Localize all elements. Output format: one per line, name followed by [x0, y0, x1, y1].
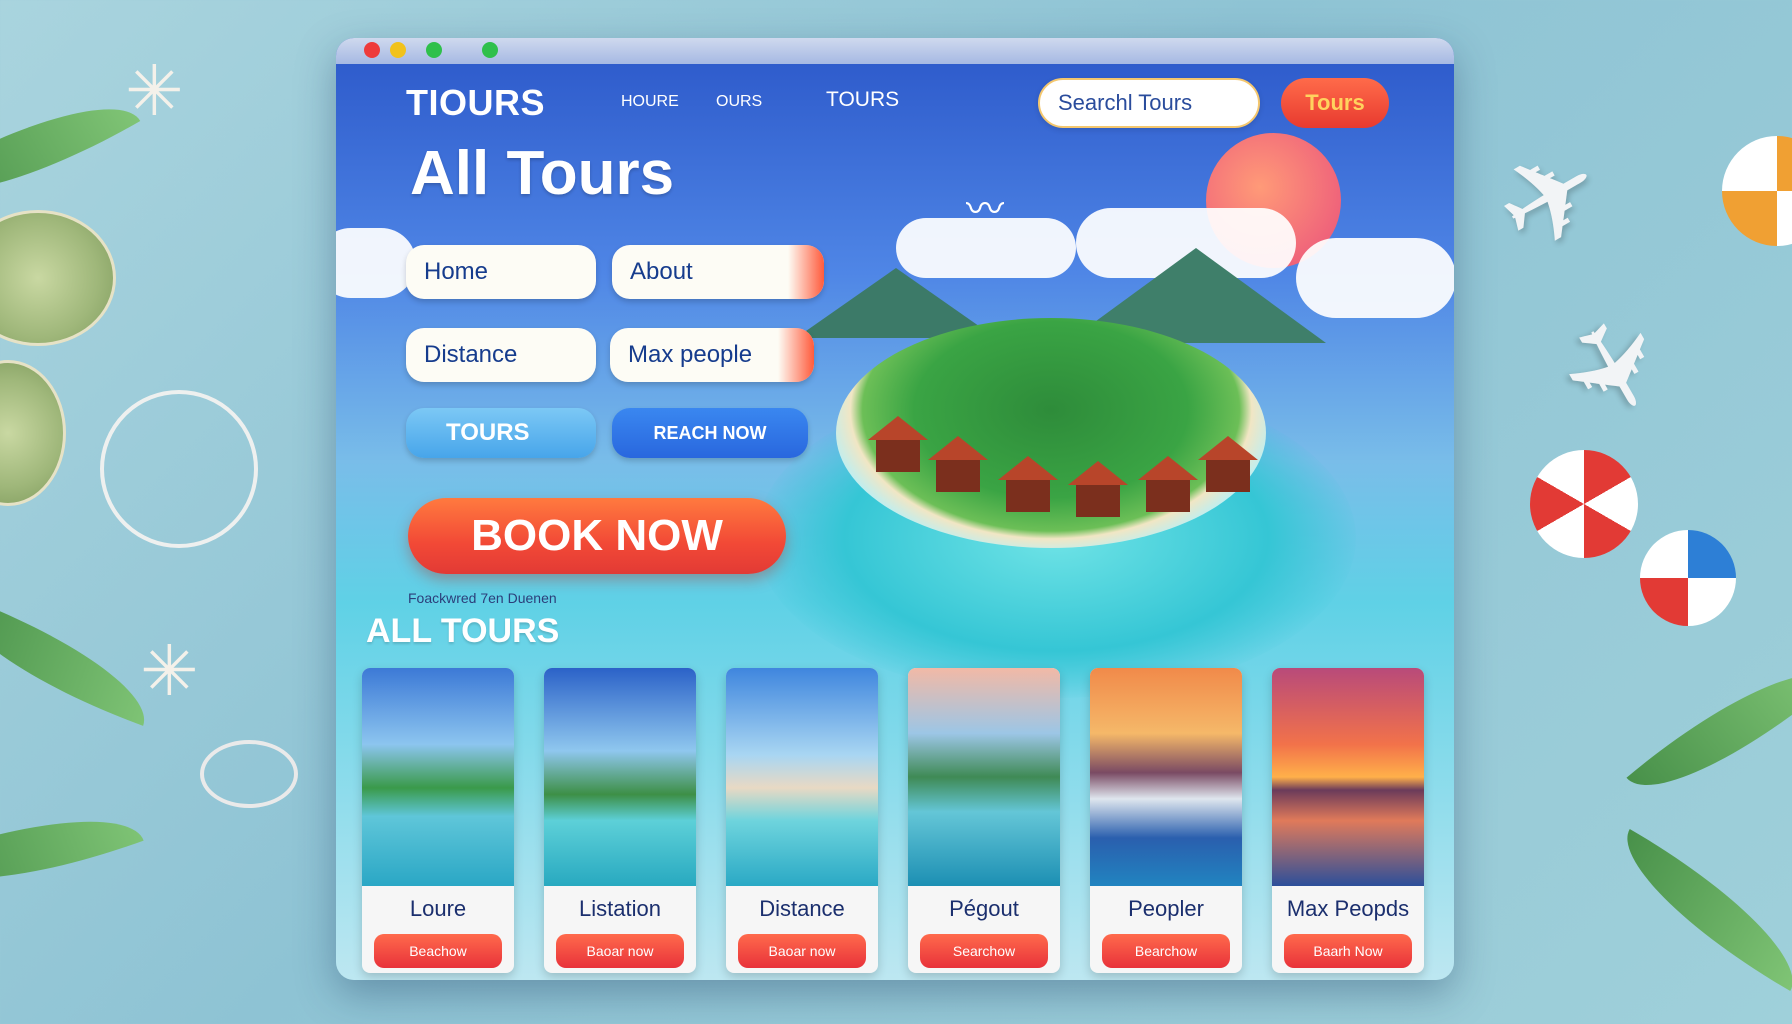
palm-leaf-decoration [0, 69, 141, 231]
palm-leaf-decoration [0, 784, 144, 916]
palm-leaf-decoration [1626, 636, 1792, 824]
window-dot-icon [482, 42, 498, 58]
starfish-icon: ✳ [140, 632, 199, 710]
hut-illustration [998, 456, 1058, 512]
distance-button-label: Distance [424, 341, 518, 368]
close-window-button[interactable] [364, 42, 380, 58]
palm-leaf-decoration [1599, 829, 1792, 991]
arrow-icon [778, 328, 814, 382]
tour-card[interactable]: Max Peopds Baarh Now [1272, 668, 1424, 973]
hut-illustration [1068, 461, 1128, 517]
hut-illustration [868, 416, 928, 472]
hut-illustration [1138, 456, 1198, 512]
book-now-button[interactable]: BOOK NOW [408, 498, 786, 574]
tour-card[interactable]: Loure Beachow [362, 668, 514, 973]
airplane-icon: ✈ [1472, 115, 1628, 283]
tours-filter-label: TOURS [446, 419, 530, 446]
nav-link-tours[interactable]: TOURS [826, 88, 899, 112]
tour-card-button[interactable]: Baarh Now [1284, 934, 1412, 968]
starfish-icon: ✳ [125, 52, 184, 130]
nav-link-home[interactable]: HOURE [621, 93, 679, 111]
woven-fan-decoration [0, 210, 116, 346]
tour-card-image [1090, 668, 1242, 886]
tour-card-title: Loure [409, 896, 467, 921]
site-logo[interactable]: TIOURS [406, 82, 545, 124]
tour-card[interactable]: Listation Baoar now [544, 668, 696, 973]
tour-card-button[interactable]: Bearchow [1102, 934, 1230, 968]
beach-umbrella-decoration [1722, 136, 1792, 246]
airplane-icon: ✈ [1527, 292, 1694, 447]
about-button-label: About [630, 258, 693, 285]
search-input[interactable]: Searchl Tours [1038, 78, 1260, 128]
hut-illustration [928, 436, 988, 492]
browser-window: 〰 TIOURS HOURE OURS TOURS Searchl Tours … [336, 38, 1454, 980]
small-caption: Foackwred 7en Duenen [408, 590, 557, 606]
arrow-icon [788, 245, 824, 299]
tour-card-image [1272, 668, 1424, 886]
tour-card-button[interactable]: Baoar now [738, 934, 866, 968]
max-people-button-label: Max people [628, 341, 753, 368]
about-button[interactable]: About [612, 245, 824, 299]
reach-now-button[interactable]: REACH NOW [612, 408, 808, 458]
beach-umbrella-decoration [1530, 450, 1638, 558]
beach-umbrella-decoration [1640, 530, 1736, 626]
woven-fan-decoration [0, 360, 66, 506]
dreamcatcher-decoration [100, 390, 258, 548]
tour-card[interactable]: Peopler Bearchow [1090, 668, 1242, 973]
tours-button[interactable]: Tours [1281, 78, 1389, 128]
hut-illustration [1198, 436, 1258, 492]
tours-filter-button[interactable]: TOURS [406, 408, 596, 458]
maximize-window-button[interactable] [426, 42, 442, 58]
minimize-window-button[interactable] [390, 42, 406, 58]
distance-button[interactable]: Distance [406, 328, 596, 382]
window-titlebar [336, 38, 1454, 64]
tour-card-image [362, 668, 514, 886]
tour-card-image [908, 668, 1060, 886]
tour-card-button[interactable]: Beachow [374, 934, 502, 968]
home-button[interactable]: Home [406, 245, 596, 299]
tour-card-title: Distance [759, 896, 845, 921]
reach-now-label: REACH NOW [653, 423, 767, 443]
tour-card[interactable]: Pégout Searchow [908, 668, 1060, 973]
seagull-icon: 〰 [966, 189, 1005, 231]
tour-card-title: Pégout [949, 896, 1019, 921]
nav-link-ours[interactable]: OURS [716, 93, 762, 111]
tour-card-title: Listation [579, 896, 661, 921]
cloud-illustration [336, 228, 416, 298]
tour-card-image [726, 668, 878, 886]
tour-card-button[interactable]: Baoar now [556, 934, 684, 968]
section-title: ALL TOURS [366, 612, 560, 650]
tour-card-title: Peopler [1128, 896, 1204, 921]
max-people-button[interactable]: Max people [610, 328, 814, 382]
tour-card-image [544, 668, 696, 886]
tour-card-title: Max Peopds [1286, 896, 1410, 921]
tour-card[interactable]: Distance Baoar now [726, 668, 878, 973]
page-title: All Tours [410, 139, 675, 208]
tour-card-button[interactable]: Searchow [920, 934, 1048, 968]
rings-decoration [200, 740, 298, 808]
home-button-label: Home [424, 258, 489, 285]
